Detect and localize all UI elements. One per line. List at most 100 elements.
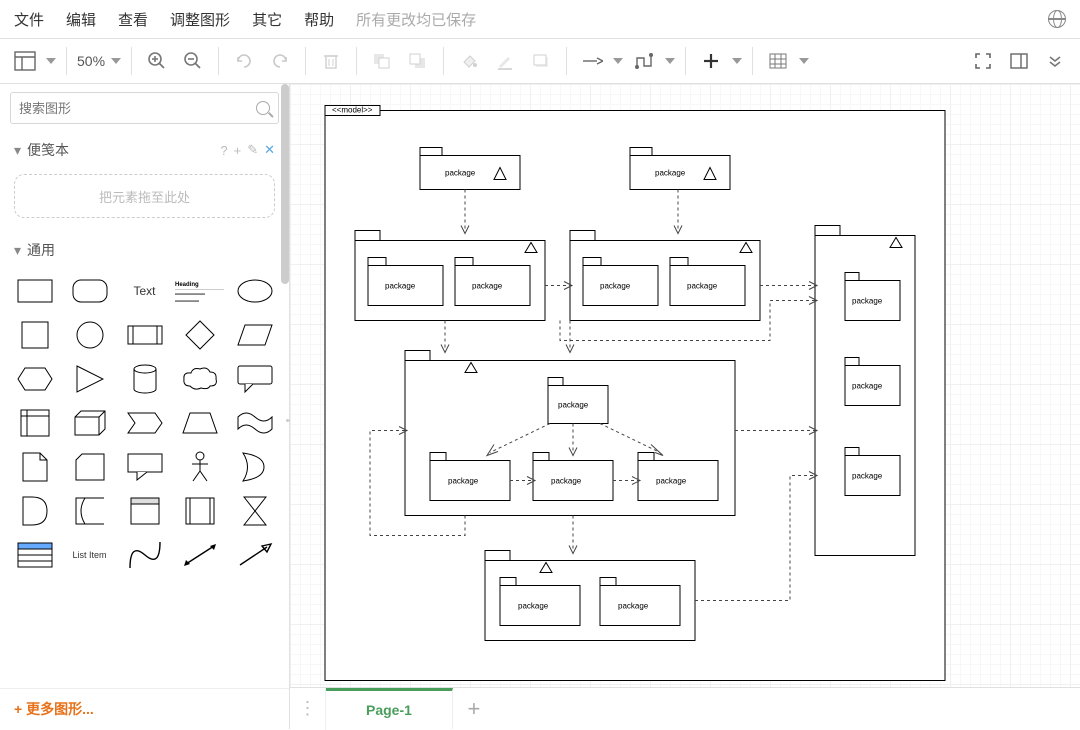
menu-file[interactable]: 文件 bbox=[14, 9, 44, 30]
shape-callout[interactable] bbox=[230, 360, 279, 398]
menu-other[interactable]: 其它 bbox=[252, 9, 282, 30]
shadow-button[interactable] bbox=[526, 46, 556, 76]
shape-or[interactable] bbox=[230, 448, 279, 486]
menu-view[interactable]: 查看 bbox=[118, 9, 148, 30]
svg-text:package: package bbox=[551, 477, 582, 486]
sidebar-scrollbar[interactable] bbox=[281, 84, 289, 284]
section-general-header[interactable]: ▾ 通用 bbox=[0, 232, 289, 268]
waypoint-button[interactable] bbox=[629, 46, 659, 76]
connection-button[interactable] bbox=[577, 46, 607, 76]
shape-callout-rect[interactable] bbox=[120, 448, 169, 486]
shape-trapezoid[interactable] bbox=[175, 404, 224, 442]
shape-process[interactable] bbox=[120, 316, 169, 354]
svg-text:package: package bbox=[472, 282, 503, 291]
drawing-canvas[interactable]: <<model>> package package package packag… bbox=[290, 84, 1080, 687]
table-button[interactable] bbox=[763, 46, 793, 76]
shape-container[interactable] bbox=[120, 492, 169, 530]
shape-diamond[interactable] bbox=[175, 316, 224, 354]
shape-parallelogram[interactable] bbox=[230, 316, 279, 354]
shape-arrow-both[interactable] bbox=[175, 536, 224, 574]
undo-button[interactable] bbox=[229, 46, 259, 76]
scratchpad-edit-icon[interactable]: ✎ bbox=[247, 142, 258, 158]
zoom-select[interactable]: 50% bbox=[77, 53, 121, 69]
shape-triangle[interactable] bbox=[65, 360, 114, 398]
menu-adjust-shape[interactable]: 调整图形 bbox=[170, 9, 230, 30]
insert-dropdown[interactable] bbox=[732, 58, 742, 64]
table-dropdown[interactable] bbox=[799, 58, 809, 64]
delete-button[interactable] bbox=[316, 46, 346, 76]
insert-button[interactable] bbox=[696, 46, 726, 76]
pages-menu-handle[interactable]: ⋮ bbox=[290, 688, 326, 730]
scratchpad-add-icon[interactable]: + bbox=[234, 143, 242, 158]
scratchpad-close-icon[interactable]: ✕ bbox=[264, 142, 275, 158]
shape-actor[interactable] bbox=[175, 448, 224, 486]
waypoint-dropdown[interactable] bbox=[665, 58, 675, 64]
shape-cube[interactable] bbox=[65, 404, 114, 442]
svg-text:package: package bbox=[385, 282, 416, 291]
shape-step[interactable] bbox=[120, 404, 169, 442]
tab-page-1[interactable]: Page-1 bbox=[326, 688, 453, 729]
menu-help[interactable]: 帮助 bbox=[304, 9, 334, 30]
svg-text:package: package bbox=[600, 282, 631, 291]
menu-edit[interactable]: 编辑 bbox=[66, 9, 96, 30]
shape-card[interactable] bbox=[65, 448, 114, 486]
shape-list[interactable] bbox=[10, 536, 59, 574]
shape-search bbox=[10, 92, 279, 124]
container-row2-left[interactable]: package package bbox=[355, 231, 545, 321]
view-panels-dropdown[interactable] bbox=[46, 58, 56, 64]
collapse-toolbar-button[interactable] bbox=[1040, 46, 1070, 76]
search-icon[interactable] bbox=[256, 101, 270, 115]
page-tabs: ⋮ Page-1 + bbox=[290, 687, 1080, 729]
fill-color-button[interactable] bbox=[454, 46, 484, 76]
shape-note[interactable] bbox=[10, 448, 59, 486]
to-front-button[interactable] bbox=[367, 46, 397, 76]
container-right-col[interactable]: package package package bbox=[815, 226, 915, 556]
shape-internal-storage[interactable] bbox=[10, 404, 59, 442]
scratchpad-header[interactable]: ▾ 便笺本 ? + ✎ ✕ bbox=[0, 132, 289, 168]
container-bottom[interactable]: package package bbox=[485, 551, 695, 641]
svg-text:package: package bbox=[558, 401, 589, 410]
shape-datastore[interactable] bbox=[65, 492, 114, 530]
language-icon[interactable] bbox=[1048, 10, 1066, 28]
uml-model-diagram[interactable]: <<model>> package package package packag… bbox=[290, 84, 1080, 687]
container-middle[interactable]: package package package package bbox=[405, 351, 735, 516]
scratchpad-dropzone[interactable]: 把元素拖至此处 bbox=[14, 174, 275, 218]
scratchpad-help-icon[interactable]: ? bbox=[220, 143, 227, 158]
svg-text:package: package bbox=[852, 382, 883, 391]
svg-text:package: package bbox=[852, 297, 883, 306]
shape-circle[interactable] bbox=[65, 316, 114, 354]
to-back-button[interactable] bbox=[403, 46, 433, 76]
shape-and[interactable] bbox=[10, 492, 59, 530]
shape-text[interactable]: Text bbox=[120, 272, 169, 310]
search-input[interactable] bbox=[19, 101, 250, 116]
menu-bar: 文件 编辑 查看 调整图形 其它 帮助 所有更改均已保存 bbox=[0, 0, 1080, 38]
zoom-out-button[interactable] bbox=[178, 46, 208, 76]
shape-ellipse[interactable] bbox=[230, 272, 279, 310]
shape-arrow[interactable] bbox=[230, 536, 279, 574]
svg-text:package: package bbox=[687, 282, 718, 291]
shape-curve[interactable] bbox=[120, 536, 169, 574]
shape-list-item[interactable]: List Item bbox=[65, 536, 114, 574]
shape-tape[interactable] bbox=[230, 404, 279, 442]
format-panel-button[interactable] bbox=[1004, 46, 1034, 76]
container-row2-right[interactable]: package package bbox=[570, 231, 760, 321]
shape-cloud[interactable] bbox=[175, 360, 224, 398]
redo-button[interactable] bbox=[265, 46, 295, 76]
svg-text:package: package bbox=[655, 169, 686, 178]
shape-cylinder[interactable] bbox=[120, 360, 169, 398]
svg-text:<<model>>: <<model>> bbox=[332, 106, 373, 115]
view-panels-button[interactable] bbox=[10, 46, 40, 76]
shape-rectangle[interactable] bbox=[10, 272, 59, 310]
zoom-in-button[interactable] bbox=[142, 46, 172, 76]
connection-dropdown[interactable] bbox=[613, 58, 623, 64]
add-page-button[interactable]: + bbox=[453, 688, 495, 730]
more-shapes-button[interactable]: + 更多图形... bbox=[0, 688, 289, 729]
shape-collate[interactable] bbox=[230, 492, 279, 530]
shape-frame[interactable] bbox=[175, 492, 224, 530]
shape-hexagon[interactable] bbox=[10, 360, 59, 398]
fullscreen-button[interactable] bbox=[968, 46, 998, 76]
shape-textbox[interactable]: Heading▬▬▬▬▬▬▬▬▬ bbox=[175, 272, 224, 310]
shape-rounded-rect[interactable] bbox=[65, 272, 114, 310]
shape-square[interactable] bbox=[10, 316, 59, 354]
line-color-button[interactable] bbox=[490, 46, 520, 76]
